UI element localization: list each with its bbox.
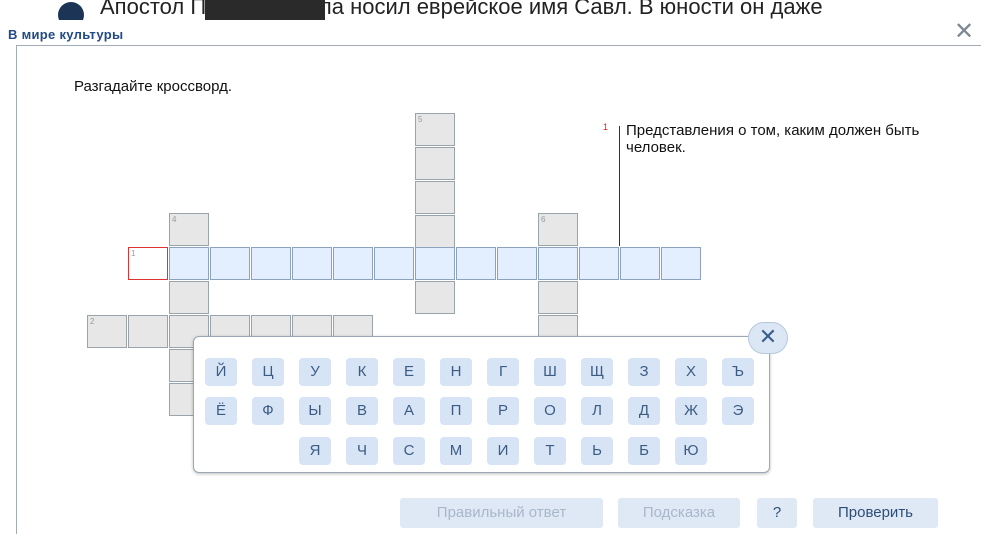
key-Ж[interactable]: Ж [675, 397, 707, 425]
crossword-cell[interactable]: 5 [415, 113, 455, 146]
key-Ё[interactable]: Ё [205, 397, 237, 425]
dialog-title: В мире культуры [8, 27, 124, 42]
key-В[interactable]: В [346, 397, 378, 425]
crossword-cell[interactable] [661, 247, 701, 280]
key-Ф[interactable]: Ф [252, 397, 284, 425]
background-image [205, 0, 325, 20]
crossword-cell[interactable] [333, 247, 373, 280]
crossword-cell[interactable] [415, 247, 455, 280]
clue-text: Представления о том, каким должен быть ч… [626, 122, 920, 156]
key-Ш[interactable]: Ш [534, 358, 566, 386]
key-Р[interactable]: Р [487, 397, 519, 425]
correct-answer-button[interactable]: Правильный ответ [400, 498, 603, 528]
crossword-cell[interactable] [374, 247, 414, 280]
key-А[interactable]: А [393, 397, 425, 425]
key-С[interactable]: С [393, 437, 425, 465]
key-Ъ[interactable]: Ъ [722, 358, 754, 386]
key-З[interactable]: З [628, 358, 660, 386]
crossword-cell[interactable] [210, 247, 250, 280]
crossword-cell[interactable] [415, 147, 455, 180]
key-Л[interactable]: Л [581, 397, 613, 425]
crossword-cell[interactable] [538, 247, 578, 280]
crossword-cell[interactable] [620, 247, 660, 280]
close-icon[interactable]: ✕ [953, 20, 975, 44]
crossword-cell[interactable] [128, 315, 168, 348]
hint-button[interactable]: Подсказка [618, 498, 740, 528]
key-Щ[interactable]: Щ [581, 358, 613, 386]
help-button[interactable]: ? [757, 498, 797, 528]
key-Т[interactable]: Т [534, 437, 566, 465]
task-heading: Разгадайте кроссворд. [74, 78, 233, 95]
crossword-cell[interactable] [538, 281, 578, 314]
clue-number: 1 [603, 122, 609, 132]
key-Н[interactable]: Н [440, 358, 472, 386]
crossword-cell[interactable] [415, 281, 455, 314]
key-Г[interactable]: Г [487, 358, 519, 386]
crossword-cell[interactable] [292, 247, 332, 280]
key-Х[interactable]: Х [675, 358, 707, 386]
key-П[interactable]: П [440, 397, 472, 425]
cell-number: 6 [541, 215, 546, 224]
key-У[interactable]: У [299, 358, 331, 386]
crossword-cell[interactable] [251, 247, 291, 280]
key-Ь[interactable]: Ь [581, 437, 613, 465]
key-Д[interactable]: Д [628, 397, 660, 425]
key-О[interactable]: О [534, 397, 566, 425]
crossword-cell[interactable] [579, 247, 619, 280]
crossword-cell[interactable] [456, 247, 496, 280]
key-Ю[interactable]: Ю [675, 437, 707, 465]
key-Ы[interactable]: Ы [299, 397, 331, 425]
key-Я[interactable]: Я [299, 437, 331, 465]
crossword-cell[interactable] [415, 215, 455, 248]
cell-number: 2 [90, 317, 95, 326]
key-К[interactable]: К [346, 358, 378, 386]
key-Э[interactable]: Э [722, 397, 754, 425]
clue-divider [619, 126, 620, 246]
keyboard-close-button[interactable]: ✕ [748, 322, 788, 354]
key-Ч[interactable]: Ч [346, 437, 378, 465]
cell-number: 5 [418, 115, 423, 124]
crossword-cell[interactable]: 6 [538, 213, 578, 246]
key-Й[interactable]: Й [205, 358, 237, 386]
key-М[interactable]: М [440, 437, 472, 465]
key-Е[interactable]: Е [393, 358, 425, 386]
cell-number: 4 [172, 215, 177, 224]
crossword-cell[interactable] [169, 247, 209, 280]
key-И[interactable]: И [487, 437, 519, 465]
crossword-cell[interactable]: 1 [128, 247, 168, 280]
cell-number: 1 [131, 249, 136, 258]
crossword-cell[interactable] [169, 281, 209, 314]
crossword-cell[interactable]: 4 [169, 213, 209, 246]
crossword-cell[interactable] [497, 247, 537, 280]
check-button[interactable]: Проверить [813, 498, 938, 528]
crossword-cell[interactable]: 2 [87, 315, 127, 348]
key-Ц[interactable]: Ц [252, 358, 284, 386]
crossword-cell[interactable] [415, 181, 455, 214]
key-Б[interactable]: Б [628, 437, 660, 465]
